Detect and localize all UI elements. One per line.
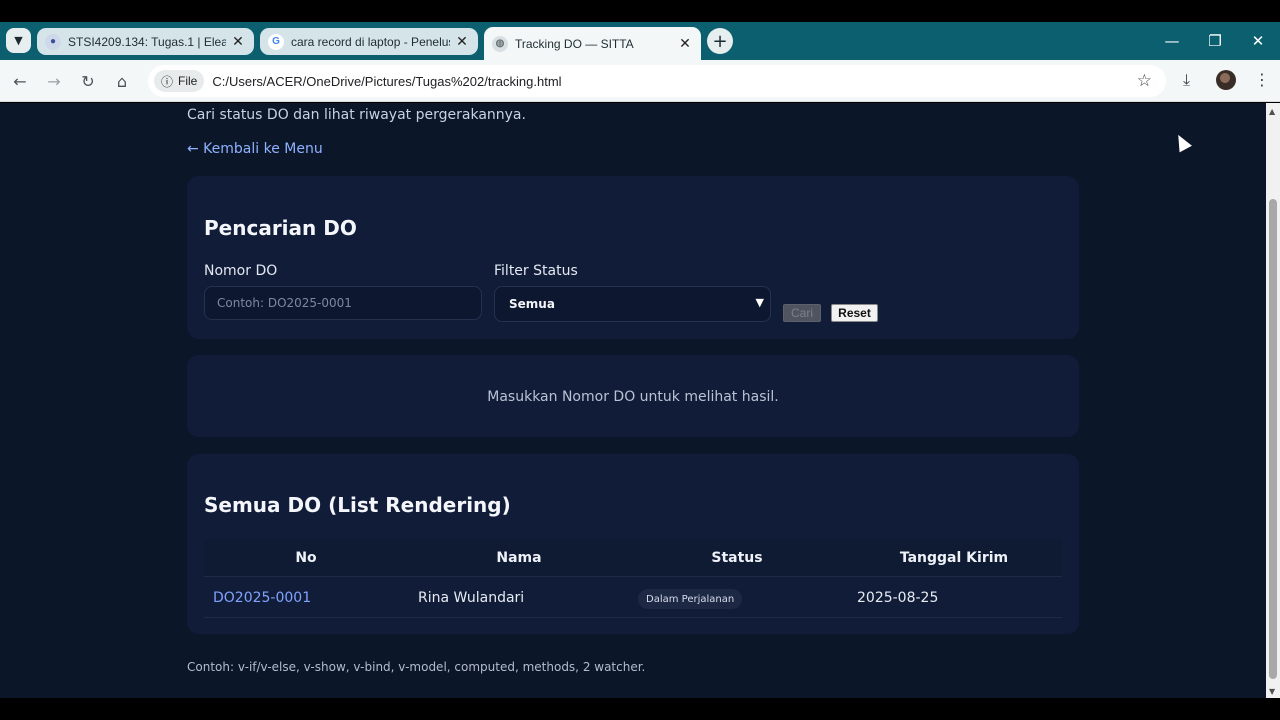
table-row[interactable]: DO2025-0001 Rina Wulandari Dalam Perjala… bbox=[204, 578, 1062, 618]
reload-button[interactable]: ↻ bbox=[76, 69, 100, 93]
home-button[interactable]: ⌂ bbox=[110, 69, 134, 93]
column-header-status: Status bbox=[711, 550, 763, 566]
new-tab-button[interactable]: + bbox=[707, 28, 733, 54]
arrow-right-icon: → bbox=[47, 71, 61, 91]
screen-bottom-bar bbox=[0, 698, 1280, 720]
profile-avatar[interactable] bbox=[1216, 70, 1236, 90]
search-card-title: Pencarian DO bbox=[204, 216, 357, 240]
site-info-chip[interactable]: ⓘ File bbox=[154, 70, 205, 92]
google-icon: G bbox=[268, 33, 284, 50]
nomor-do-label: Nomor DO bbox=[204, 263, 278, 279]
back-button[interactable]: ← bbox=[8, 69, 32, 93]
tab-title: Tracking DO — SITTA bbox=[515, 36, 634, 51]
do-list-title: Semua DO (List Rendering) bbox=[204, 493, 511, 517]
restore-button[interactable]: ❐ bbox=[1195, 22, 1235, 60]
arrow-left-icon: ← bbox=[13, 71, 27, 91]
status-badge: Dalam Perjalanan bbox=[638, 589, 743, 609]
screen-top-bar bbox=[0, 0, 1280, 22]
do-list-card: Semua DO (List Rendering) No Nama Status… bbox=[187, 454, 1079, 634]
minimize-icon: — bbox=[1164, 32, 1180, 50]
table-header: No Nama Status Tanggal Kirim bbox=[204, 539, 1062, 577]
row-nama: Rina Wulandari bbox=[418, 590, 525, 606]
nomor-do-placeholder: Contoh: DO2025-0001 bbox=[217, 296, 352, 310]
result-card: Masukkan Nomor DO untuk melihat hasil. bbox=[187, 355, 1079, 437]
reload-icon: ↻ bbox=[81, 71, 95, 91]
empty-result-message: Masukkan Nomor DO untuk melihat hasil. bbox=[487, 389, 779, 405]
tab-search-button[interactable]: ▼ bbox=[6, 28, 31, 53]
address-bar[interactable]: ⓘ File C:/Users/ACER/OneDrive/Pictures/T… bbox=[148, 65, 1166, 97]
chevron-down-icon: ▼ bbox=[755, 296, 764, 309]
column-header-tanggal-kirim: Tanggal Kirim bbox=[899, 550, 1009, 566]
scrollbar-thumb[interactable] bbox=[1269, 199, 1277, 679]
column-header-no: No bbox=[295, 550, 317, 566]
site-info-label: File bbox=[178, 74, 198, 88]
chevron-down-icon: ▼ bbox=[14, 34, 23, 47]
scroll-down-icon[interactable]: ▼ bbox=[1269, 687, 1275, 696]
row-tanggal-kirim: 2025-08-25 bbox=[857, 590, 939, 606]
info-icon: ⓘ bbox=[161, 74, 174, 89]
menu-dots-icon[interactable]: ⋮ bbox=[1254, 70, 1270, 89]
close-tab-icon[interactable]: ✕ bbox=[677, 35, 693, 52]
tab-elearning[interactable]: ● STSI4209.134: Tugas.1 | Elearnin ✕ bbox=[37, 28, 254, 55]
column-header-nama: Nama bbox=[496, 550, 542, 566]
globe-icon: ◍ bbox=[492, 35, 508, 52]
tab-tracking-do[interactable]: ◍ Tracking DO — SITTA ✕ bbox=[484, 27, 701, 60]
elearning-icon: ● bbox=[45, 33, 61, 50]
close-tab-icon[interactable]: ✕ bbox=[230, 33, 246, 50]
plus-icon: + bbox=[712, 30, 728, 52]
tab-title: cara record di laptop - Penelusu bbox=[291, 34, 450, 49]
tab-title: STSI4209.134: Tugas.1 | Elearnin bbox=[68, 34, 226, 49]
search-button[interactable]: Cari bbox=[783, 304, 821, 322]
page-scrollbar[interactable]: ▲ ▼ bbox=[1266, 103, 1280, 698]
bookmark-star-icon[interactable]: ☆ bbox=[1137, 71, 1152, 91]
url-text[interactable]: C:/Users/ACER/OneDrive/Pictures/Tugas%20… bbox=[212, 74, 561, 89]
download-icon[interactable]: ⤓ bbox=[1183, 70, 1190, 90]
footnote: Contoh: v-if/v-else, v-show, v-bind, v-m… bbox=[187, 660, 646, 674]
search-card: Pencarian DO Nomor DO Contoh: DO2025-000… bbox=[187, 176, 1079, 339]
filter-status-value: Semua bbox=[509, 297, 555, 311]
browser-toolbar: ← → ↻ ⌂ ⓘ File C:/Users/ACER/OneDrive/Pi… bbox=[0, 60, 1280, 102]
close-window-button[interactable]: ✕ bbox=[1238, 22, 1278, 60]
filter-status-label: Filter Status bbox=[494, 263, 578, 279]
do-number-link[interactable]: DO2025-0001 bbox=[213, 590, 311, 606]
close-icon: ✕ bbox=[1251, 32, 1265, 50]
back-to-menu-link[interactable]: ← Kembali ke Menu bbox=[187, 141, 323, 157]
page-viewport: Cari status DO dan lihat riwayat pergera… bbox=[0, 103, 1266, 698]
page-subtitle: Cari status DO dan lihat riwayat pergera… bbox=[187, 107, 526, 123]
scroll-up-icon[interactable]: ▲ bbox=[1269, 107, 1275, 116]
forward-button[interactable]: → bbox=[42, 69, 66, 93]
close-tab-icon[interactable]: ✕ bbox=[454, 33, 470, 50]
tab-google-search[interactable]: G cara record di laptop - Penelusu ✕ bbox=[260, 28, 478, 55]
home-icon: ⌂ bbox=[116, 71, 128, 91]
tab-strip: ▼ ● STSI4209.134: Tugas.1 | Elearnin ✕ G… bbox=[0, 22, 1280, 60]
restore-icon: ❐ bbox=[1208, 32, 1222, 50]
minimize-button[interactable]: — bbox=[1152, 22, 1192, 60]
filter-status-select[interactable]: Semua ▼ bbox=[494, 286, 771, 322]
reset-button[interactable]: Reset bbox=[831, 304, 878, 322]
nomor-do-input[interactable]: Contoh: DO2025-0001 bbox=[204, 286, 482, 320]
